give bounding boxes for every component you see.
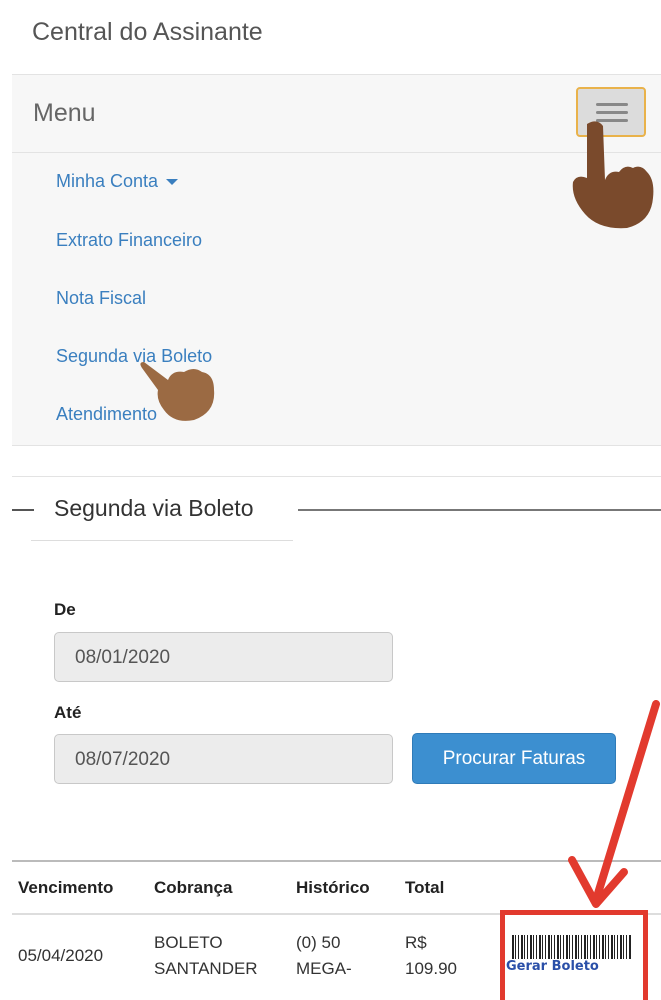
to-date-label: Até: [54, 703, 82, 722]
from-date-input[interactable]: 08/01/2020: [54, 632, 393, 682]
hamburger-bar: [596, 111, 628, 114]
hamburger-menu-icon: [596, 103, 628, 106]
section-title: Segunda via Boleto: [54, 495, 254, 521]
cell-total-line2: 109.90: [405, 959, 457, 978]
cell-vencimento: 05/04/2020: [18, 946, 104, 965]
cell-cobranca-line2: SANTANDER: [154, 959, 258, 978]
nav-item-nota-fiscal[interactable]: Nota Fiscal: [56, 288, 146, 309]
cell-historico-line1: (0) 50: [296, 933, 341, 952]
cell-historico-line2: MEGA-: [296, 959, 352, 978]
column-header-cobranca: Cobrança: [154, 878, 233, 897]
column-header-historico: Histórico: [296, 878, 370, 897]
navbar: Menu Minha Conta Extrato Financeiro Nota…: [12, 74, 661, 446]
red-arrow-annotation: [568, 700, 660, 908]
generate-boleto-label: Gerar Boleto: [506, 959, 599, 974]
from-date-label: De: [54, 600, 76, 619]
pointing-hand-icon: [140, 362, 215, 421]
caret-down-icon: [166, 179, 179, 186]
to-date-input[interactable]: 08/07/2020: [54, 734, 393, 784]
nav-item-label: Minha Conta: [56, 171, 159, 191]
divider: [298, 509, 661, 511]
generate-boleto-button[interactable]: Gerar Boleto: [500, 910, 650, 1000]
divider: [31, 540, 293, 541]
divider: [12, 476, 661, 477]
divider: [12, 509, 34, 511]
column-header-total: Total: [405, 878, 445, 897]
navbar-header: Menu: [12, 75, 661, 153]
nav-item-minha-conta[interactable]: Minha Conta: [56, 171, 179, 192]
cell-cobranca-line1: BOLETO: [154, 933, 223, 952]
nav-item-extrato-financeiro[interactable]: Extrato Financeiro: [56, 230, 202, 251]
menu-label: Menu: [33, 99, 96, 127]
pointing-hand-icon: [572, 121, 654, 229]
cell-total-line1: R$: [405, 933, 427, 952]
app-title: Central do Assinante: [32, 18, 263, 46]
column-header-vencimento: Vencimento: [18, 878, 114, 897]
barcode-icon: [512, 935, 632, 959]
